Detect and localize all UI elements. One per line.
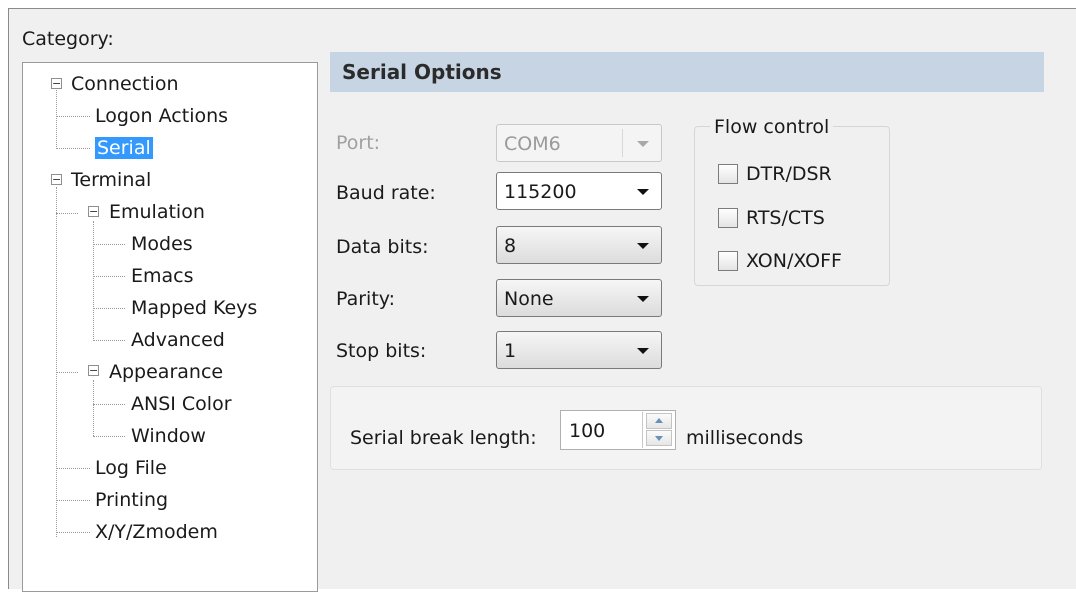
data-bits-select[interactable]: 8 bbox=[496, 226, 662, 264]
parity-select[interactable]: None bbox=[496, 279, 662, 317]
tree-item-ansi-color[interactable]: ANSI Color bbox=[131, 392, 232, 416]
data-bits-value: 8 bbox=[504, 235, 517, 257]
baud-rate-label: Baud rate: bbox=[336, 182, 436, 204]
tree-item-label: Modes bbox=[131, 233, 193, 255]
parity-label: Parity: bbox=[336, 288, 396, 310]
tree-item-xyzmodem[interactable]: X/Y/Zmodem bbox=[95, 520, 218, 544]
spin-up-button[interactable] bbox=[646, 413, 672, 429]
tree-item-label: Window bbox=[131, 425, 206, 447]
spin-down-button[interactable] bbox=[646, 430, 672, 446]
tree-item-label: Terminal bbox=[71, 169, 152, 191]
xon-xoff-checkbox[interactable] bbox=[718, 251, 738, 271]
rts-cts-label[interactable]: RTS/CTS bbox=[746, 207, 825, 229]
serial-break-value: 100 bbox=[569, 420, 606, 442]
serial-break-spinner[interactable] bbox=[642, 412, 674, 448]
tree-item-label: Mapped Keys bbox=[131, 297, 258, 319]
tree-item-label: Printing bbox=[95, 489, 169, 511]
chevron-down-icon bbox=[637, 189, 649, 195]
category-tree[interactable]: − − − − Connection Logon Actions Serial … bbox=[22, 62, 318, 592]
section-title: Serial Options bbox=[342, 60, 502, 84]
parity-value: None bbox=[504, 288, 554, 310]
dtr-dsr-checkbox[interactable] bbox=[718, 164, 738, 184]
tree-item-appearance[interactable]: Appearance bbox=[109, 360, 223, 384]
port-value: COM6 bbox=[504, 133, 561, 155]
collapse-terminal-icon[interactable]: − bbox=[51, 174, 62, 185]
tree-item-label: Emacs bbox=[131, 265, 194, 287]
collapse-emulation-icon[interactable]: − bbox=[88, 206, 99, 217]
stop-bits-value: 1 bbox=[504, 340, 517, 362]
tree-item-label: X/Y/Zmodem bbox=[95, 521, 218, 543]
tree-item-label: Emulation bbox=[109, 201, 205, 223]
arrow-down-icon bbox=[655, 436, 663, 441]
tree-item-log-file[interactable]: Log File bbox=[95, 456, 167, 480]
tree-item-label: Appearance bbox=[109, 361, 224, 383]
flow-control-title: Flow control bbox=[710, 116, 834, 138]
tree-item-connection[interactable]: Connection bbox=[71, 72, 179, 96]
tree-item-modes[interactable]: Modes bbox=[131, 232, 193, 256]
tree-item-printing[interactable]: Printing bbox=[95, 488, 168, 512]
milliseconds-label: milliseconds bbox=[686, 427, 804, 449]
tree-item-terminal[interactable]: Terminal bbox=[71, 168, 151, 192]
tree-item-label: ANSI Color bbox=[131, 393, 232, 415]
baud-rate-value: 115200 bbox=[504, 181, 577, 203]
collapse-appearance-icon[interactable]: − bbox=[88, 365, 99, 376]
chevron-down-icon bbox=[637, 141, 649, 147]
baud-rate-select[interactable]: 115200 bbox=[496, 172, 662, 210]
stop-bits-select[interactable]: 1 bbox=[496, 331, 662, 369]
category-label: Category: bbox=[22, 28, 114, 50]
tree-item-label: Log File bbox=[95, 457, 167, 479]
tree-item-mapped-keys[interactable]: Mapped Keys bbox=[131, 296, 257, 320]
tree-item-window[interactable]: Window bbox=[131, 424, 206, 448]
arrow-up-icon bbox=[655, 418, 663, 423]
port-select: COM6 bbox=[496, 124, 662, 162]
tree-item-label: Serial bbox=[95, 137, 153, 159]
tree-item-label: Logon Actions bbox=[95, 105, 229, 127]
tree-item-serial[interactable]: Serial bbox=[95, 136, 153, 160]
chevron-down-icon bbox=[637, 348, 649, 354]
tree-item-logon-actions[interactable]: Logon Actions bbox=[95, 104, 228, 128]
tree-item-emulation[interactable]: Emulation bbox=[109, 200, 205, 224]
tree-item-label: Advanced bbox=[131, 329, 225, 351]
tree-item-label: Connection bbox=[71, 73, 179, 95]
stop-bits-label: Stop bits: bbox=[336, 340, 427, 362]
xon-xoff-label[interactable]: XON/XOFF bbox=[746, 250, 842, 272]
serial-options-header: Serial Options bbox=[330, 52, 1044, 92]
rts-cts-checkbox[interactable] bbox=[718, 208, 738, 228]
tree-item-advanced[interactable]: Advanced bbox=[131, 328, 225, 352]
dtr-dsr-label[interactable]: DTR/DSR bbox=[746, 163, 832, 185]
tree-item-emacs[interactable]: Emacs bbox=[131, 264, 194, 288]
chevron-down-icon bbox=[637, 243, 649, 249]
data-bits-label: Data bits: bbox=[336, 236, 429, 258]
collapse-connection-icon[interactable]: − bbox=[51, 78, 62, 89]
port-label: Port: bbox=[336, 132, 381, 154]
serial-break-label: Serial break length: bbox=[350, 427, 537, 449]
chevron-down-icon bbox=[637, 296, 649, 302]
